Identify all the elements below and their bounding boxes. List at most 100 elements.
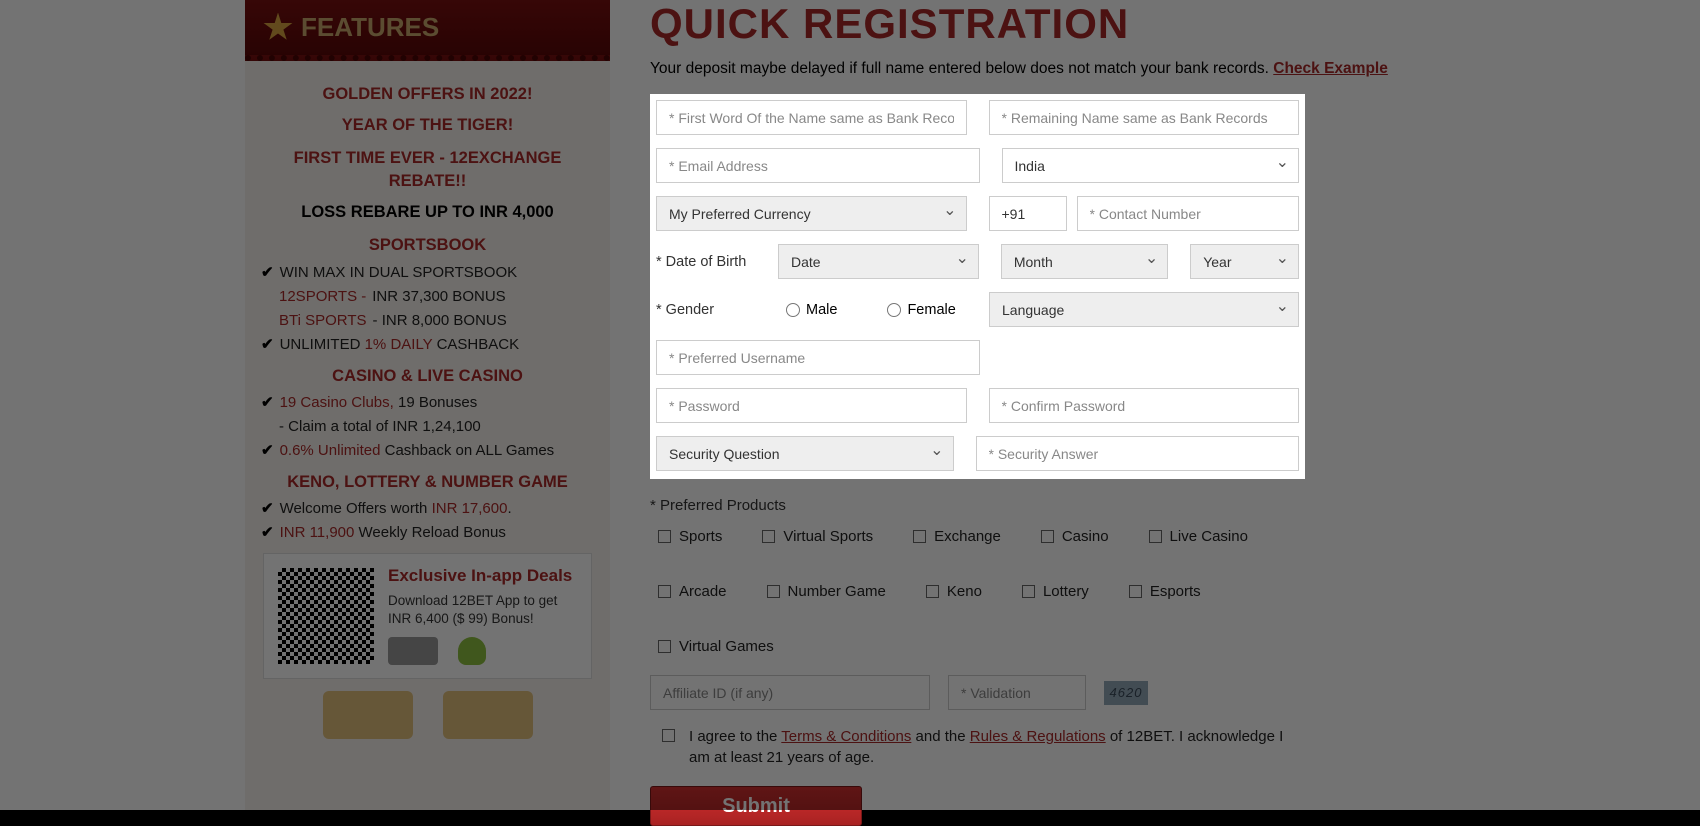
checkbox-icon <box>658 585 671 598</box>
checkbox-icon <box>1041 530 1054 543</box>
terms-conditions-link[interactable]: Terms & Conditions <box>781 728 911 745</box>
dob-month-select[interactable]: Month <box>1001 244 1168 279</box>
cs-line: Cashback on ALL Games <box>380 442 554 459</box>
sb-line: WIN MAX IN DUAL SPORTSBOOK <box>280 262 518 283</box>
product-checkbox-item[interactable]: Live Casino <box>1149 528 1248 545</box>
kn-line: Welcome Offers worth <box>280 500 432 517</box>
product-label: Arcade <box>679 583 727 600</box>
captcha-image: 4620 <box>1104 681 1148 705</box>
product-label: Live Casino <box>1170 528 1248 545</box>
product-label: Lottery <box>1043 583 1089 600</box>
kn-line: Weekly Reload Bonus <box>354 524 505 541</box>
preferred-products-label: * Preferred Products <box>650 497 1305 514</box>
validation-input[interactable] <box>948 675 1086 710</box>
app-deals-heading: Exclusive In-app Deals <box>388 564 581 588</box>
country-select[interactable]: India <box>1002 148 1300 183</box>
sb-line: CASHBACK <box>432 336 519 353</box>
sb-line: 12SPORTS - <box>279 286 366 307</box>
cs-line: 19 Casino Clubs, <box>280 394 394 411</box>
app-deals-text: Download 12BET App to get INR 6,400 ($ 9… <box>388 592 581 630</box>
contact-number-input[interactable] <box>1077 196 1300 231</box>
cs-line: 0.6% Unlimited <box>280 442 381 459</box>
app-deals-box: Exclusive In-app Deals Download 12BET Ap… <box>263 553 592 679</box>
product-label: Casino <box>1062 528 1109 545</box>
star-icon <box>263 13 293 43</box>
product-checkbox-item[interactable]: Virtual Games <box>658 638 774 655</box>
check-icon: ✔ <box>261 522 274 543</box>
terms-checkbox[interactable] <box>662 729 675 742</box>
kn-line: INR 17,600 <box>432 500 508 517</box>
checkbox-icon <box>1022 585 1035 598</box>
product-checkbox-item[interactable]: Arcade <box>658 583 727 600</box>
dob-date-select[interactable]: Date <box>778 244 979 279</box>
product-checkbox-item[interactable]: Lottery <box>1022 583 1089 600</box>
product-label: Sports <box>679 528 722 545</box>
rebate-line1: FIRST TIME EVER - 12EXCHANGE REBATE!! <box>257 147 598 193</box>
apple-icon[interactable] <box>388 637 438 665</box>
product-checkbox-item[interactable]: Virtual Sports <box>762 528 873 545</box>
keno-heading: KENO, LOTTERY & NUMBER GAME <box>257 471 598 494</box>
award-badge-ranked <box>443 691 533 739</box>
product-checkbox-item[interactable]: Casino <box>1041 528 1109 545</box>
product-checkbox-item[interactable]: Exchange <box>913 528 1001 545</box>
email-input[interactable] <box>656 148 980 183</box>
gender-female-radio[interactable]: Female <box>887 302 955 318</box>
product-label: Virtual Sports <box>783 528 873 545</box>
language-select[interactable]: Language <box>989 292 1299 327</box>
deposit-note: Your deposit maybe delayed if full name … <box>650 60 1660 78</box>
gender-male-radio[interactable]: Male <box>786 302 837 318</box>
radio-icon <box>786 303 800 317</box>
lastname-input[interactable] <box>989 100 1300 135</box>
password-input[interactable] <box>656 388 967 423</box>
sb-line: 1% DAILY <box>365 336 433 353</box>
qr-code <box>274 564 378 668</box>
product-checkbox-item[interactable]: Sports <box>658 528 722 545</box>
product-checkbox-item[interactable]: Number Game <box>767 583 886 600</box>
checkbox-icon <box>762 530 775 543</box>
gender-male-label: Male <box>806 302 837 318</box>
checkbox-icon <box>1149 530 1162 543</box>
rules-regulations-link[interactable]: Rules & Regulations <box>970 728 1106 745</box>
check-icon: ✔ <box>261 440 274 461</box>
check-icon: ✔ <box>261 498 274 519</box>
features-header: FEATURES <box>245 0 610 61</box>
firstname-input[interactable] <box>656 100 967 135</box>
product-checkbox-item[interactable]: Esports <box>1129 583 1201 600</box>
registration-form: India My Preferred Currency * Date of Bi… <box>650 94 1305 479</box>
checkbox-icon <box>913 530 926 543</box>
product-label: Number Game <box>788 583 886 600</box>
affiliate-id-input[interactable] <box>650 675 930 710</box>
product-label: Virtual Games <box>679 638 774 655</box>
security-question-select[interactable]: Security Question <box>656 436 954 471</box>
confirm-password-input[interactable] <box>989 388 1300 423</box>
terms-part: I agree to the <box>689 728 781 745</box>
security-answer-input[interactable] <box>976 436 1300 471</box>
phone-code-input[interactable] <box>989 196 1067 231</box>
rebate-line2: LOSS REBARE UP TO INR 4,000 <box>257 201 598 224</box>
product-label: Keno <box>947 583 982 600</box>
checkbox-icon <box>1129 585 1142 598</box>
features-title: FEATURES <box>301 12 439 43</box>
sb-line: BTi SPORTS <box>279 310 367 331</box>
terms-text: I agree to the Terms & Conditions and th… <box>689 726 1305 768</box>
username-input[interactable] <box>656 340 980 375</box>
android-icon[interactable] <box>458 637 486 665</box>
sb-line: - INR 8,000 BONUS <box>373 310 507 331</box>
cs-line: 19 Bonuses <box>394 394 477 411</box>
page-title: QUICK REGISTRATION <box>650 0 1660 48</box>
deposit-note-text: Your deposit maybe delayed if full name … <box>650 60 1273 77</box>
casino-heading: CASINO & LIVE CASINO <box>257 365 598 388</box>
submit-button[interactable]: Submit <box>650 786 862 826</box>
gender-label: * Gender <box>656 302 736 318</box>
currency-select[interactable]: My Preferred Currency <box>656 196 967 231</box>
radio-icon <box>887 303 901 317</box>
product-label: Exchange <box>934 528 1001 545</box>
product-checkbox-item[interactable]: Keno <box>926 583 982 600</box>
golden-offers-line2: YEAR OF THE TIGER! <box>257 114 598 137</box>
kn-line: . <box>507 500 511 517</box>
check-example-link[interactable]: Check Example <box>1273 60 1388 77</box>
check-icon: ✔ <box>261 334 274 355</box>
dob-year-select[interactable]: Year <box>1190 244 1299 279</box>
sportsbook-heading: SPORTSBOOK <box>257 234 598 257</box>
product-label: Esports <box>1150 583 1201 600</box>
